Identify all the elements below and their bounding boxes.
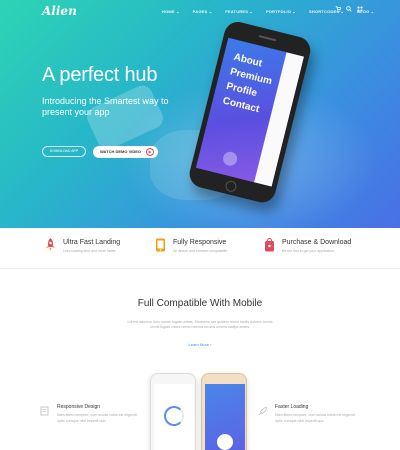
hero-title: A perfect hub bbox=[42, 64, 158, 86]
progress-ring bbox=[164, 406, 184, 426]
bottom-feature-title: Faster Loading bbox=[275, 404, 309, 410]
bag-icon bbox=[264, 238, 275, 252]
feature-desc: Less loading time and more faster bbox=[63, 249, 116, 253]
search-icon[interactable] bbox=[346, 6, 352, 14]
cart-icon[interactable] bbox=[335, 6, 342, 14]
feature-title: Purchase & Download bbox=[282, 239, 352, 246]
phone-menu: About Premium Profile Contact bbox=[221, 50, 277, 119]
section-divider bbox=[0, 268, 400, 269]
play-icon: ▶ bbox=[146, 148, 154, 156]
mini-phone-screen bbox=[205, 384, 245, 450]
main-nav: HOME ⌄ PAGES ⌄ FEATURES ⌄ PORTFOLIO ⌄ SH… bbox=[162, 9, 387, 14]
rocket-icon bbox=[45, 238, 56, 252]
phone-frame: About Premium Profile Contact bbox=[186, 19, 314, 206]
nav-item-portfolio[interactable]: PORTFOLIO ⌄ bbox=[266, 9, 296, 14]
learn-more-link[interactable]: Learn More › bbox=[0, 342, 400, 347]
features-row: Ultra Fast Landing Less loading time and… bbox=[0, 228, 400, 272]
phone-speaker bbox=[258, 35, 277, 42]
watch-demo-label: WATCH DEMO VIDEO bbox=[100, 149, 142, 154]
rocket-icon bbox=[258, 403, 268, 416]
bottom-feature-title: Responsive Design bbox=[57, 404, 101, 410]
bottom-feature-desc: Nam libero tempore, cum soluta nobis est… bbox=[57, 413, 137, 423]
feature-desc: Be the first to get your application bbox=[282, 249, 334, 253]
bottom-feature-desc: Nam libero tempore, cum soluta nobis est… bbox=[275, 413, 355, 423]
phone-screen: About Premium Profile Contact bbox=[195, 37, 305, 187]
logo[interactable]: Alien bbox=[42, 4, 77, 18]
hero-section: Alien HOME ⌄ PAGES ⌄ FEATURES ⌄ PORTFOLI… bbox=[0, 0, 400, 228]
hero-subtitle: Introducing the Smartest way to present … bbox=[42, 96, 169, 117]
compat-title: Full Compatible With Mobile bbox=[137, 298, 263, 309]
mini-phone-screen bbox=[154, 384, 194, 450]
grid-icon[interactable] bbox=[357, 6, 363, 14]
watch-demo-button[interactable]: WATCH DEMO VIDEO ▶ bbox=[93, 146, 158, 158]
mini-phone-silver bbox=[150, 373, 196, 450]
phone-icon bbox=[155, 238, 166, 252]
feature-title: Ultra Fast Landing bbox=[63, 239, 121, 246]
page-icon bbox=[40, 403, 50, 416]
feature-title: Fully Responsive bbox=[173, 239, 227, 246]
avatar bbox=[217, 434, 233, 450]
nav-item-home[interactable]: HOME ⌄ bbox=[162, 9, 180, 14]
mini-phone-gold bbox=[201, 373, 247, 450]
phone-touch-dot bbox=[221, 150, 239, 168]
nav-item-pages[interactable]: PAGES ⌄ bbox=[193, 9, 213, 14]
nav-item-features[interactable]: FEATURES ⌄ bbox=[225, 9, 253, 14]
feature-desc: All device and browser compatable bbox=[173, 249, 228, 253]
download-app-button[interactable]: DOWNLOAD APP bbox=[42, 146, 86, 157]
compat-description: Lid est laborum dolo rumes fugats untras… bbox=[127, 320, 273, 329]
phone-home-button bbox=[224, 179, 238, 193]
